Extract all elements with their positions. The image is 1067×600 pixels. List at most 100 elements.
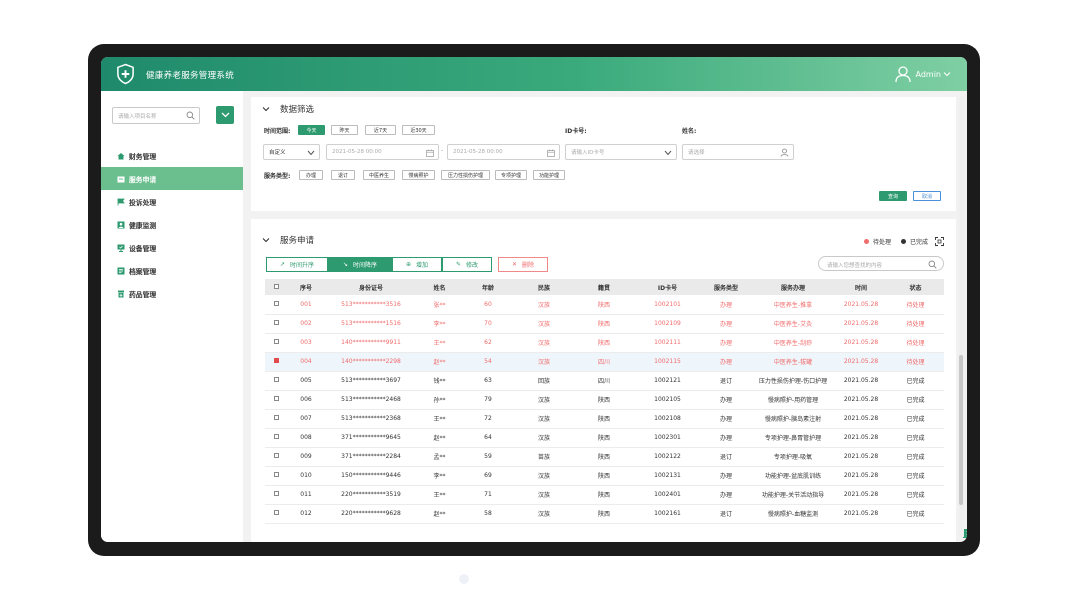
sidebar-item-medicine[interactable]: 药品管理 xyxy=(101,282,243,305)
row-checkbox[interactable] xyxy=(273,453,279,458)
name-input[interactable]: 请选择 xyxy=(682,144,794,160)
cell-status: 已完成 xyxy=(887,390,944,410)
select-all-checkbox[interactable] xyxy=(273,283,279,289)
row-checkbox[interactable] xyxy=(273,320,279,325)
cell-select[interactable] xyxy=(265,466,287,486)
chip-30-days[interactable]: 近30天 xyxy=(402,125,435,135)
date-separator: - xyxy=(441,147,444,154)
table-row[interactable]: 005 513***********3697 钱** 63 回族 四川 1002121 退订压… xyxy=(265,371,944,391)
chip-service-chronic[interactable]: 慢病照护 xyxy=(402,170,435,180)
cell-type: 办理 xyxy=(701,428,751,448)
table-row[interactable]: 002 513***********1516 李** 70 汉族 陕西 1002109 办理中… xyxy=(265,314,944,334)
cell-item: 中医养生-拔罐 xyxy=(751,352,835,372)
cell-card: 1002109 xyxy=(634,314,701,334)
row-checkbox[interactable] xyxy=(273,377,279,382)
cell-item: 慢病照护-血糖监测 xyxy=(751,504,835,524)
chip-service-handle[interactable]: 办理 xyxy=(299,170,323,180)
row-checkbox[interactable] xyxy=(273,491,279,496)
cell-select[interactable] xyxy=(265,485,287,505)
sort-asc-icon: ↗ xyxy=(279,261,285,268)
row-checkbox[interactable] xyxy=(273,510,279,515)
cell-nation: 汉族 xyxy=(514,295,574,315)
table-row[interactable]: 011 220***********3519 王** 71 汉族 陕西 1002401 办理功… xyxy=(265,485,944,505)
table-row[interactable]: 008 371***********9645 赵** 64 汉族 陕西 1002301 办理专… xyxy=(265,428,944,448)
row-checkbox[interactable] xyxy=(273,415,279,420)
main-scrollbar[interactable] xyxy=(958,97,964,537)
table-row[interactable]: 006 513***********2468 孙** 79 汉族 陕西 1002105 办理慢… xyxy=(265,390,944,410)
cell-nation: 汉族 xyxy=(514,409,574,429)
cell-select[interactable] xyxy=(265,314,287,334)
chip-service-cancel[interactable]: 退订 xyxy=(331,170,355,180)
user-card-icon xyxy=(117,221,125,228)
row-checkbox[interactable] xyxy=(273,472,279,477)
time-desc-button[interactable]: ↘ 时间降序 xyxy=(328,257,392,272)
sidebar-item-service[interactable]: 服务申请 xyxy=(101,167,243,190)
cell-select[interactable] xyxy=(265,409,287,429)
cell-origin: 陕西 xyxy=(574,504,634,524)
sidebar-item-health[interactable]: 健康监测 xyxy=(101,213,243,236)
chip-service-pressure[interactable]: 压力性损伤护理 xyxy=(441,170,490,180)
cell-time: 2021.05.28 xyxy=(835,352,887,372)
cell-id-number: 513***********2368 xyxy=(325,409,417,429)
chip-service-special[interactable]: 专项护理 xyxy=(495,170,527,180)
filter-header[interactable]: 数据筛选 xyxy=(262,103,314,115)
end-date-input[interactable]: 2021-05-28 00:00 xyxy=(447,144,560,160)
row-checkbox[interactable] xyxy=(273,434,279,439)
header-select[interactable] xyxy=(265,279,287,295)
sidebar-dropdown-button[interactable] xyxy=(216,106,234,124)
cell-select[interactable] xyxy=(265,352,287,372)
cell-origin: 陕西 xyxy=(574,314,634,334)
chip-yesterday[interactable]: 昨天 xyxy=(331,125,358,135)
cell-origin: 陕西 xyxy=(574,295,634,315)
content-search-input[interactable]: 请输入您想查找的内容 xyxy=(818,256,944,271)
cell-select[interactable] xyxy=(265,390,287,410)
chip-service-function[interactable]: 功能护理 xyxy=(533,170,565,180)
sidebar-item-finance[interactable]: 财务管理 xyxy=(101,144,243,167)
cell-status: 待处理 xyxy=(887,352,944,372)
pending-dot xyxy=(863,239,869,244)
row-checkbox[interactable] xyxy=(273,396,279,401)
row-checkbox[interactable] xyxy=(273,300,279,306)
scrollbar-thumb[interactable] xyxy=(959,355,963,505)
start-date-input[interactable]: 2021-05-28 00:00 xyxy=(326,144,439,160)
cell-select[interactable] xyxy=(265,295,287,315)
cell-nation: 汉族 xyxy=(514,504,574,524)
sidebar-search-input[interactable]: 请输入项目名称 xyxy=(112,107,200,124)
row-checkbox[interactable] xyxy=(273,339,279,344)
cancel-button[interactable]: 取消 xyxy=(913,191,941,201)
table-row[interactable]: 012 220***********9628 赵** 58 汉族 陕西 1002161 退订慢… xyxy=(265,504,944,524)
calendar-icon xyxy=(117,176,125,182)
cell-select[interactable] xyxy=(265,504,287,524)
id-card-select[interactable]: 请输入ID卡号 xyxy=(565,144,677,160)
chip-service-tcm[interactable]: 中医养生 xyxy=(363,170,395,180)
cell-origin: 陕西 xyxy=(574,485,634,505)
row-checkbox[interactable] xyxy=(273,358,279,363)
fullscreen-icon[interactable] xyxy=(935,237,944,246)
chevron-down-icon xyxy=(221,112,229,118)
chip-today[interactable]: 今天 xyxy=(298,125,325,135)
chip-7-days[interactable]: 近7天 xyxy=(365,125,396,135)
status-legend: 待处理 已完成 xyxy=(863,237,944,246)
sidebar-item-device[interactable]: 设备管理 xyxy=(101,236,243,259)
query-button[interactable]: 查询 xyxy=(879,191,907,201)
service-header[interactable]: 服务申请 xyxy=(262,234,314,246)
time-asc-button[interactable]: ↗ 时间升序 xyxy=(266,257,328,272)
custom-range-select[interactable]: 自定义 xyxy=(263,144,320,160)
sidebar-item-complaint[interactable]: 投诉处理 xyxy=(101,190,243,213)
table-row[interactable]: 003 140***********9911 王** 62 汉族 陕西 1002111 办理中… xyxy=(265,333,944,353)
cell-select[interactable] xyxy=(265,447,287,467)
cell-select[interactable] xyxy=(265,333,287,353)
cell-type: 办理 xyxy=(701,390,751,410)
table-row[interactable]: 001 513***********3516 张** 60 汉族 陕西 1002101 办理中… xyxy=(265,295,944,315)
table-row[interactable]: 009 371***********2284 孟** 59 苗族 陕西 1002122 退订专… xyxy=(265,447,944,467)
edit-button[interactable]: ✎ 修改 xyxy=(442,257,492,272)
delete-button[interactable]: ✕ 删除 xyxy=(498,257,548,272)
add-button[interactable]: ⊕ 增加 xyxy=(392,257,442,272)
cell-select[interactable] xyxy=(265,371,287,391)
table-row[interactable]: 007 513***********2368 王** 72 汉族 陕西 1002108 办理慢… xyxy=(265,409,944,429)
table-row[interactable]: 010 150***********9446 李** 69 汉族 陕西 1002131 办理功… xyxy=(265,466,944,486)
user-menu[interactable]: Admin xyxy=(894,63,956,85)
cell-select[interactable] xyxy=(265,428,287,448)
sidebar-item-archive[interactable]: 档案管理 xyxy=(101,259,243,282)
table-row[interactable]: 004 140***********2298 赵** 54 汉族 四川 1002115 办理中… xyxy=(265,352,944,372)
